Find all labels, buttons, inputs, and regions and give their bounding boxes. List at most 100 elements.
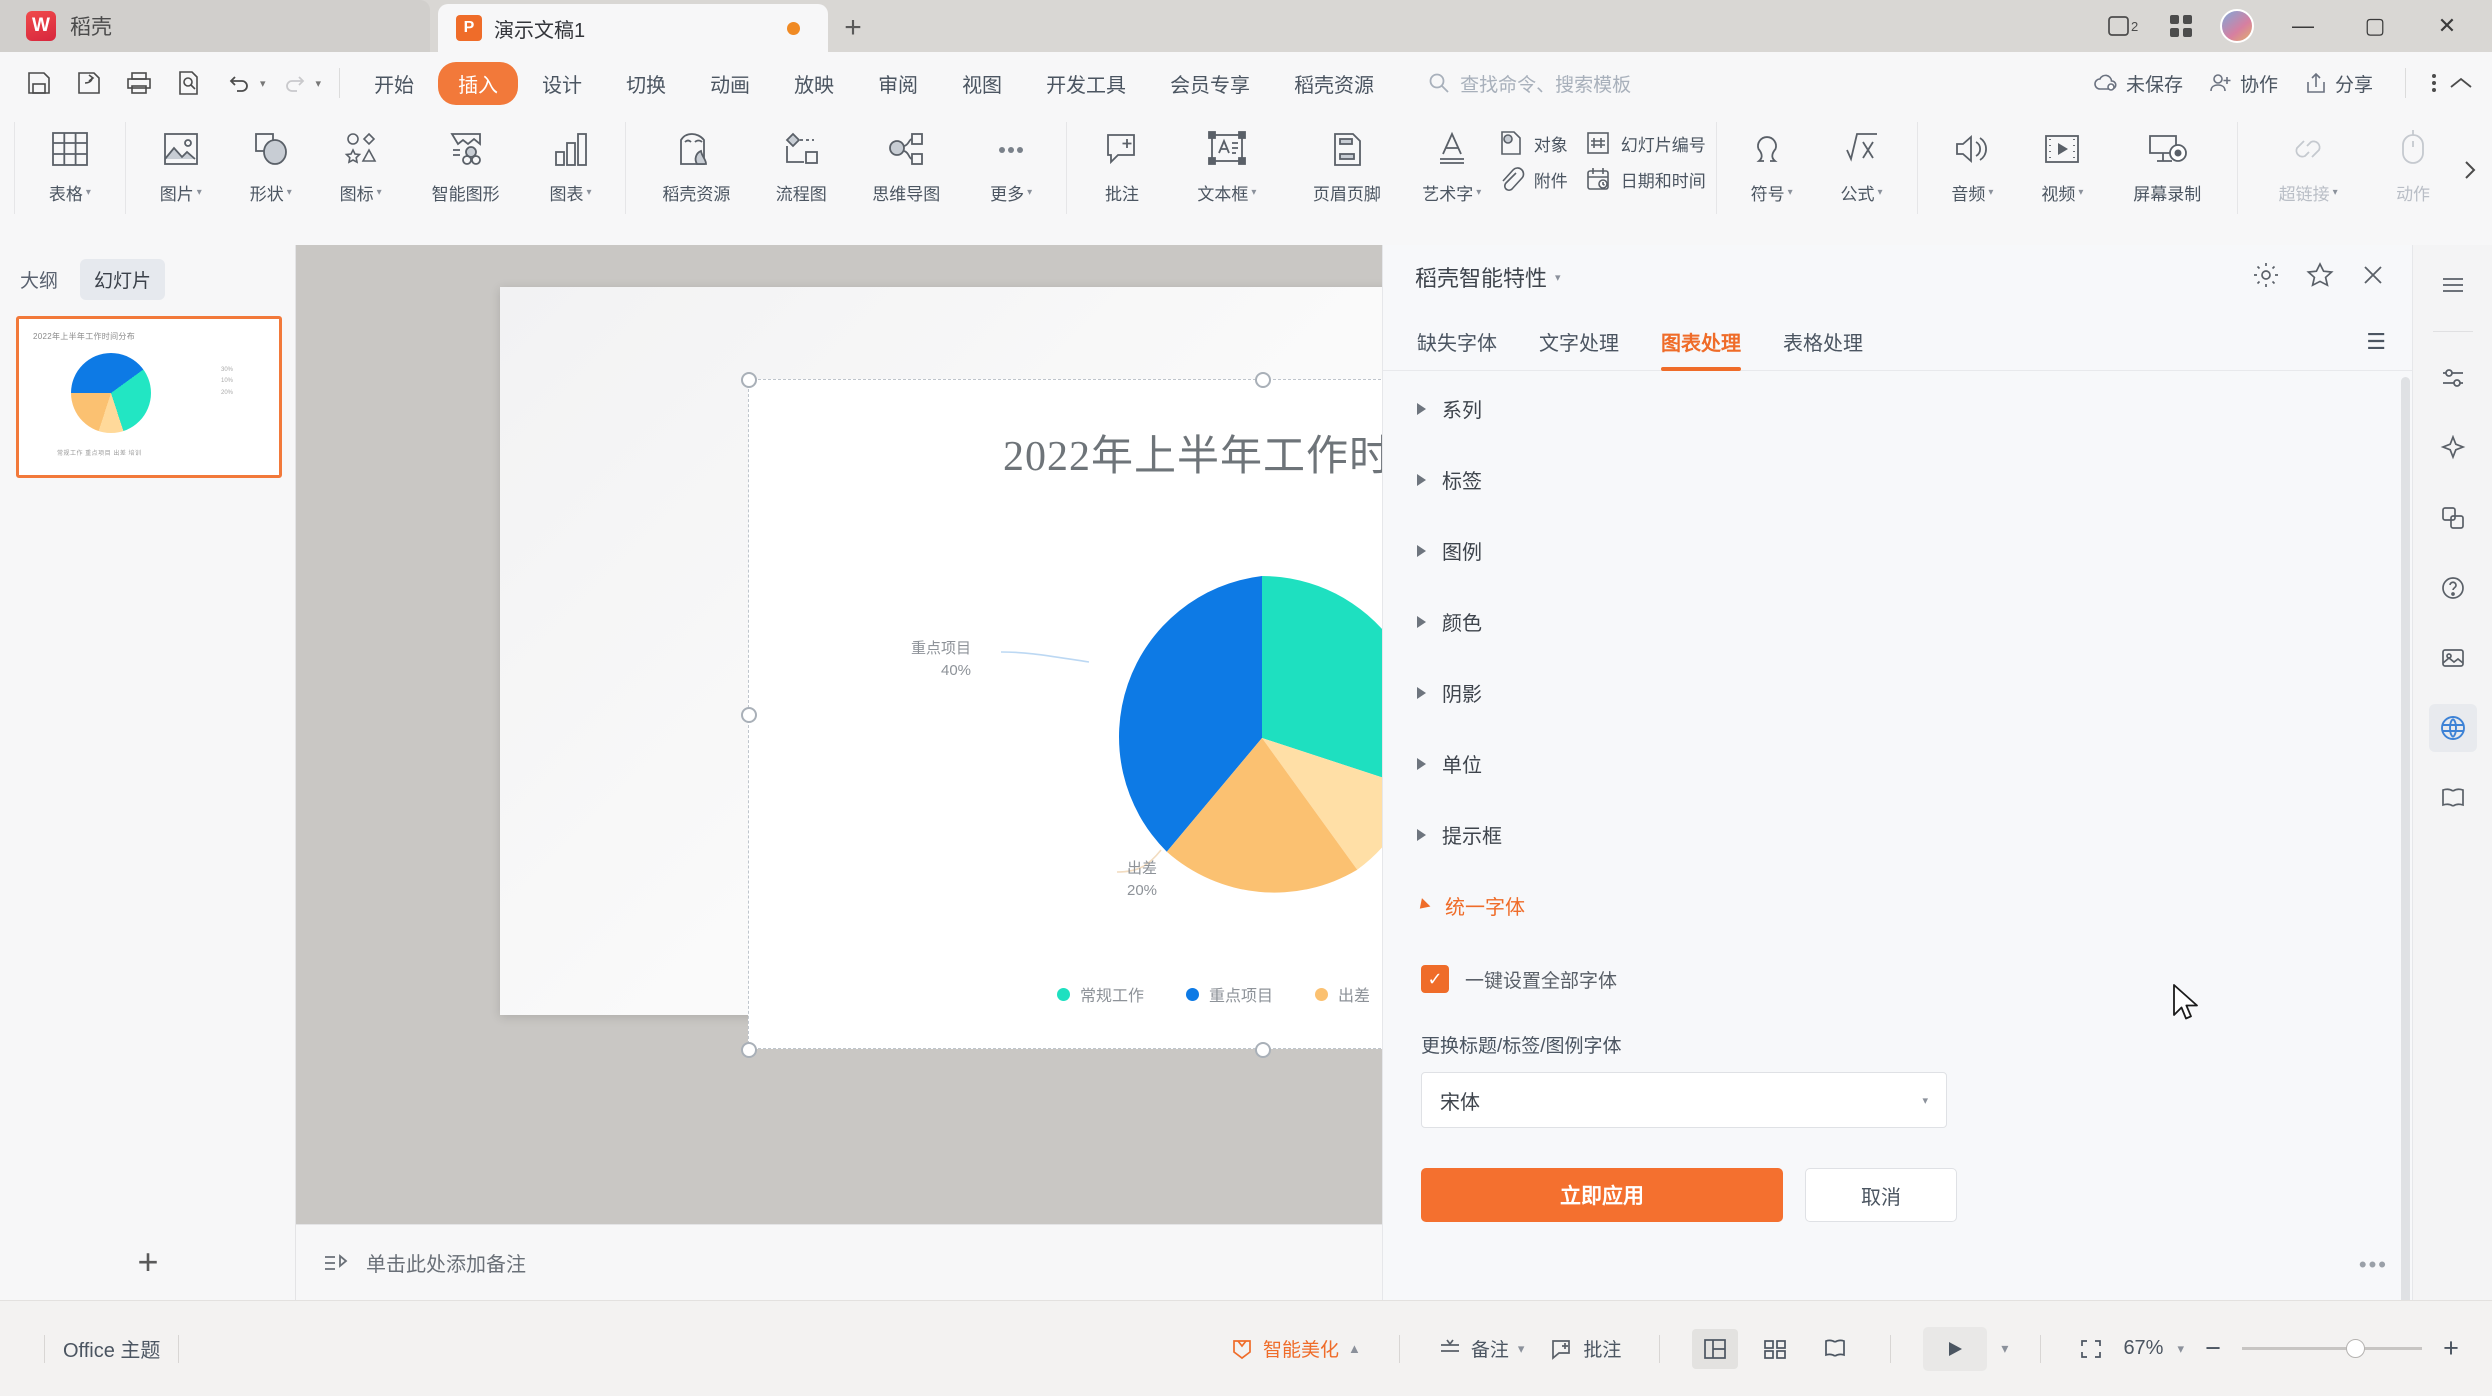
collaborate-button[interactable]: 协作 [2201,70,2286,97]
theme-label[interactable]: Office 主题 [63,1334,160,1363]
font-select[interactable]: 宋体 ▾ [1421,1072,1947,1128]
cancel-button[interactable]: 取消 [1805,1168,1957,1222]
close-icon[interactable] [2360,262,2386,293]
beautify-button[interactable]: 智能美化 ▲ [1224,1335,1367,1362]
customize-caret-icon[interactable]: ▾ [316,77,322,90]
rail-smart-features-icon[interactable] [2428,704,2477,752]
view-normal-button[interactable] [1692,1328,1739,1369]
resize-handle-n[interactable] [1255,372,1271,388]
ribbon-btn-more[interactable]: 更多 ▾ [966,114,1056,226]
ribbon-btn-chart[interactable]: 图表 ▾ [526,114,616,226]
view-reading-button[interactable] [1812,1329,1858,1369]
panel-title[interactable]: 稻壳智能特性 ▾ [1415,261,1561,293]
ribbon-btn-icons[interactable]: 图标 ▾ [316,114,406,226]
chart-object[interactable]: 2022年上半年工作时间分布 [741,372,1382,1058]
ribbon-tab-huiyuanzhuanxiang[interactable]: 会员专享 [1150,62,1270,105]
ribbon-btn-headerfooter[interactable]: 页眉页脚 [1287,114,1407,226]
ribbon-tab-daokeziyuan[interactable]: 稻壳资源 [1274,62,1394,105]
rail-sparkle-icon[interactable] [2429,424,2477,472]
accordion-color[interactable]: 颜色 [1383,586,2400,657]
print-icon[interactable] [114,59,164,107]
add-slide-button[interactable]: + [0,1224,296,1300]
slide-surface[interactable]: 2022年上半年工作时间分布 [500,287,1382,1058]
zoom-out-button[interactable]: − [2198,1333,2228,1364]
rail-image-tools-icon[interactable] [2429,634,2477,682]
ribbon-btn-formula[interactable]: 公式 ▾ [1817,114,1907,226]
legend-item-changguigongzuo[interactable]: 常规工作 [1056,982,1144,1006]
ribbon-tab-qiehuan[interactable]: 切换 [606,62,686,105]
panel-tabs-menu-icon[interactable]: ☰ [2366,329,2386,355]
more-options-icon[interactable] [2430,70,2438,96]
ribbon-btn-hyperlink[interactable]: 超链接 ▾ [2248,114,2368,226]
ribbon-btn-action[interactable]: 动作 [2368,114,2458,226]
save-as-icon[interactable] [64,59,114,107]
home-tab[interactable]: W 稻壳 [0,0,430,52]
start-slideshow-button[interactable] [1923,1326,1988,1371]
ribbon-btn-slidenumber[interactable]: 幻灯片编号 [1584,130,1706,156]
rail-layers-icon[interactable] [2429,494,2477,542]
ribbon-btn-mindmap[interactable]: 思维导图 [846,114,966,226]
view-sorter-button[interactable] [1752,1329,1798,1369]
comment-button[interactable]: 批注 [1544,1335,1627,1362]
ribbon-tab-charu[interactable]: 插入 [438,61,519,105]
legend-item-zhongdianxiangmu[interactable]: 重点项目 [1185,982,1273,1006]
ribbon-btn-wordart[interactable]: 艺术字 ▾ [1407,114,1497,226]
ribbon-btn-attachment[interactable]: 附件 [1497,166,1568,192]
panel-more-icon[interactable]: ••• [2359,1252,2388,1278]
pin-icon[interactable] [2306,261,2334,294]
ribbon-btn-shapes[interactable]: 形状 ▾ [226,114,316,226]
undo-icon[interactable] [214,59,264,107]
apply-button[interactable]: 立即应用 [1421,1168,1783,1222]
ribbon-tab-kaishi[interactable]: 开始 [354,62,434,105]
slideshow-caret-icon[interactable]: ▾ [2001,1340,2008,1357]
rail-reading-icon[interactable] [2429,774,2477,822]
ribbon-btn-video[interactable]: 视频 ▾ [2017,114,2107,226]
zoom-level-label[interactable]: 67% [2123,1337,2163,1360]
rail-menu-icon[interactable] [2429,261,2477,309]
resize-handle-nw[interactable] [741,372,757,388]
tab-outline[interactable]: 大纲 [6,259,72,300]
checkbox-set-all-fonts[interactable]: ✓ [1421,965,1449,993]
ribbon-btn-picture[interactable]: 图片 ▾ [136,114,226,226]
user-avatar[interactable] [2220,9,2254,43]
ribbon-btn-smartart[interactable]: 智能图形 [406,114,526,226]
panel-tab-missing-fonts[interactable]: 缺失字体 [1417,313,1497,371]
collapse-ribbon-icon[interactable] [2448,74,2474,92]
panel-scrollbar[interactable] [2401,377,2410,1307]
resize-handle-w[interactable] [741,707,757,723]
document-tab[interactable]: P 演示文稿1 [438,4,828,52]
print-preview-icon[interactable] [164,59,214,107]
share-button[interactable]: 分享 [2296,70,2381,97]
accordion-shadow[interactable]: 阴影 [1383,657,2400,728]
fit-to-window-button[interactable] [2073,1338,2109,1360]
resize-handle-s[interactable] [1255,1042,1271,1058]
minimize-button[interactable]: — [2280,13,2326,39]
accordion-labels[interactable]: 标签 [1383,444,2400,515]
zoom-slider[interactable] [2242,1339,2422,1358]
ribbon-btn-screenrecord[interactable]: 屏幕录制 [2107,114,2227,226]
ribbon-tab-fangying[interactable]: 放映 [774,62,854,105]
ribbon-tab-shitu[interactable]: 视图 [942,62,1022,105]
tab-count-icon[interactable]: 2 [2108,14,2142,38]
notes-button[interactable]: 备注 ▾ [1432,1335,1531,1362]
zoom-in-button[interactable]: + [2436,1333,2466,1364]
accordion-legend[interactable]: 图例 [1383,515,2400,586]
save-icon[interactable] [14,59,64,107]
slide-canvas[interactable]: 2022年上半年工作时间分布 [296,245,1382,1300]
ribbon-btn-table[interactable]: 表格 ▾ [25,114,115,226]
accordion-series[interactable]: 系列 [1383,373,2400,444]
ribbon-overflow-button[interactable] [2458,114,2492,226]
notes-bar[interactable]: 单击此处添加备注 [296,1224,1382,1300]
rail-help-icon[interactable] [2429,564,2477,612]
grid-view-icon[interactable] [2168,13,2194,39]
tab-slides[interactable]: 幻灯片 [80,259,166,300]
new-tab-button[interactable]: + [828,4,878,52]
maximize-button[interactable]: ▢ [2352,13,2398,39]
accordion-unify-font[interactable]: 统一字体 [1383,870,2400,941]
accordion-tooltip[interactable]: 提示框 [1383,799,2400,870]
ribbon-btn-audio[interactable]: 音频 ▾ [1927,114,2017,226]
close-button[interactable]: ✕ [2424,13,2470,39]
panel-tab-table-processing[interactable]: 表格处理 [1783,313,1863,371]
unify-font-checkbox-row[interactable]: ✓ 一键设置全部字体 [1383,941,2400,993]
ribbon-tab-sheji[interactable]: 设计 [522,62,602,105]
